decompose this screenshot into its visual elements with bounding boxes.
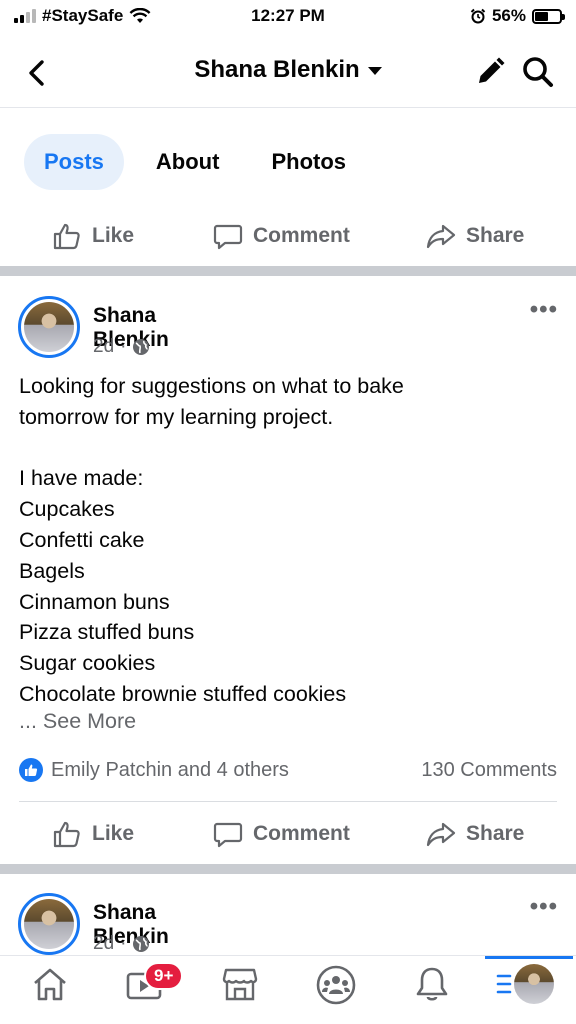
more-options-icon[interactable]: ••• <box>530 296 558 324</box>
post-share-button[interactable]: Share <box>426 819 524 849</box>
status-right: 56% <box>470 6 565 26</box>
tab-photos[interactable]: Photos <box>251 134 366 190</box>
alarm-icon <box>470 8 486 24</box>
marketplace-icon <box>222 968 258 1001</box>
status-bar: #StaySafe 12:27 PM 56% <box>0 0 576 34</box>
share-label: Share <box>466 224 525 247</box>
menu-icon <box>496 974 512 994</box>
tab-posts[interactable]: Posts <box>24 134 124 190</box>
post-divider <box>0 864 576 874</box>
like-label: Like <box>92 224 135 247</box>
comments-count[interactable]: 130 Comments <box>421 759 557 782</box>
avatar-image <box>24 899 74 949</box>
profile-action-bar: Like Comment Share <box>0 206 576 266</box>
page-title: Shana Blenkin <box>194 56 360 83</box>
like-button[interactable]: Like <box>52 221 134 251</box>
like-label: Like <box>92 822 135 845</box>
bell-icon <box>416 967 448 1001</box>
profile-header: Shana Blenkin <box>0 38 576 108</box>
post-time[interactable]: 2d <box>93 336 114 358</box>
share-label: Share <box>466 822 525 845</box>
globe-icon <box>133 339 150 355</box>
post-separator <box>19 801 557 802</box>
home-icon <box>34 968 66 1001</box>
post-comment-button[interactable]: Comment <box>213 819 350 849</box>
nav-groups[interactable] <box>306 964 366 1020</box>
section-divider <box>0 266 576 276</box>
share-icon <box>426 224 456 249</box>
notification-badge: 9+ <box>144 962 184 990</box>
share-button[interactable]: Share <box>426 221 524 251</box>
thumbs-up-icon <box>53 821 80 848</box>
reactions-label: Emily Patchin and 4 others <box>51 758 289 781</box>
nav-notifications[interactable] <box>402 964 462 1020</box>
reactions-summary[interactable]: Emily Patchin and 4 others <box>19 758 289 782</box>
chevron-down-icon <box>367 66 382 75</box>
see-more-link[interactable]: ... See More <box>19 709 136 734</box>
tab-about[interactable]: About <box>136 134 240 190</box>
profile-avatar <box>496 964 554 1004</box>
post-text: Looking for suggestions on what to bake … <box>19 374 404 706</box>
meta-separator: · <box>120 933 127 954</box>
groups-icon <box>316 965 356 1005</box>
avatar-image <box>24 302 74 352</box>
meta-separator: · <box>120 336 127 357</box>
nav-marketplace[interactable] <box>210 964 270 1020</box>
like-reaction-icon <box>19 758 43 782</box>
globe-icon <box>133 936 150 952</box>
battery-icon <box>532 8 565 24</box>
comment-icon <box>213 224 243 250</box>
post-like-button[interactable]: Like <box>52 819 134 849</box>
profile-tabs: Posts About Photos <box>24 134 378 190</box>
comment-label: Comment <box>253 822 350 845</box>
nav-menu[interactable] <box>496 964 564 1020</box>
post-time[interactable]: 2d <box>93 933 114 955</box>
avatar[interactable] <box>18 296 80 358</box>
post-meta: 2d · <box>93 933 150 955</box>
search-icon[interactable] <box>520 54 556 90</box>
thumbs-up-icon <box>53 223 80 250</box>
comment-label: Comment <box>253 224 350 247</box>
nav-home[interactable] <box>20 964 80 1020</box>
post-meta: 2d · <box>93 336 150 358</box>
share-icon <box>426 822 456 847</box>
comment-button[interactable]: Comment <box>213 221 350 251</box>
bottom-navigation: 9+ <box>0 955 576 1024</box>
comment-icon <box>213 822 243 848</box>
battery-percent: 56% <box>491 6 526 25</box>
more-options-icon[interactable]: ••• <box>530 893 558 921</box>
avatar[interactable] <box>18 893 80 955</box>
nav-watch[interactable]: 9+ <box>114 962 184 1020</box>
post-action-bar: Like Comment Share <box>0 804 576 864</box>
active-tab-indicator <box>485 956 573 959</box>
edit-icon[interactable] <box>472 54 508 90</box>
